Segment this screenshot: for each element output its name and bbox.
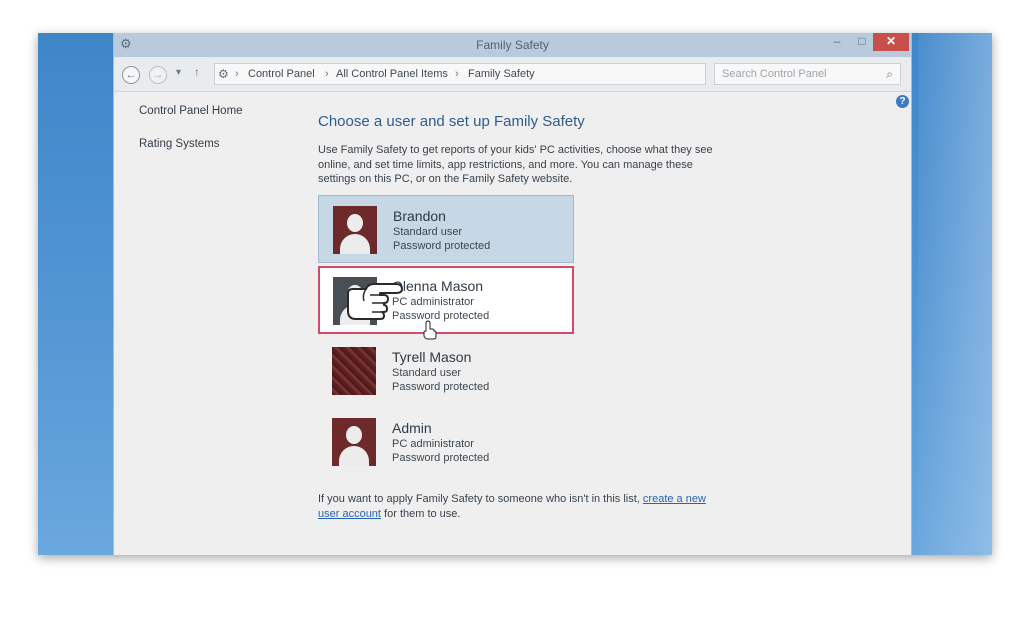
footer-suffix: for them to use. — [384, 507, 461, 520]
family-safety-window: ⚙ Family Safety – □ ✕ ← → ▾ ↑ ⚙ › Contro… — [113, 33, 912, 555]
footer-text: If you want to apply Family Safety to so… — [318, 492, 718, 521]
breadcrumb-separator: › — [325, 68, 329, 80]
user-tile-brandon[interactable]: Brandon Standard user Password protected — [318, 195, 574, 263]
search-placeholder: Search Control Panel — [722, 68, 827, 80]
breadcrumb-separator: › — [235, 68, 239, 80]
user-role: Standard user — [392, 367, 462, 379]
user-role: Standard user — [393, 226, 463, 238]
pointing-hand-icon — [347, 283, 403, 320]
minimize-button[interactable]: – — [826, 33, 848, 51]
search-box[interactable]: Search Control Panel ⌕ — [714, 63, 901, 85]
close-button[interactable]: ✕ — [873, 33, 909, 51]
window-title: Family Safety — [476, 38, 549, 52]
user-avatar-icon — [332, 418, 376, 466]
address-bar[interactable]: ⚙ › Control Panel › All Control Panel It… — [214, 63, 798, 85]
user-name: Admin — [392, 420, 432, 436]
control-panel-home-link[interactable]: Control Panel Home — [139, 105, 243, 117]
user-name: Olenna Mason — [392, 278, 484, 294]
back-arrow-icon[interactable]: ← — [122, 66, 140, 84]
forward-arrow-icon[interactable]: → — [149, 66, 167, 84]
user-name: Tyrell Mason — [392, 349, 472, 365]
user-tile-admin[interactable]: Admin PC administrator Password protecte… — [318, 408, 574, 476]
recent-locations-dropdown-icon[interactable]: ▾ — [176, 67, 181, 78]
up-arrow-icon[interactable]: ↑ — [194, 65, 200, 79]
help-icon[interactable]: ? — [896, 95, 909, 108]
user-avatar-icon — [333, 206, 377, 254]
breadcrumb-separator: › — [455, 68, 459, 80]
page-description: Use Family Safety to get reports of your… — [318, 144, 713, 185]
breadcrumb-control-panel[interactable]: Control Panel — [248, 64, 315, 84]
user-role: PC administrator — [392, 438, 474, 450]
user-protection: Password protected — [392, 452, 490, 464]
user-name: Brandon — [393, 208, 446, 224]
hand-cursor-icon — [423, 320, 437, 340]
rating-systems-link[interactable]: Rating Systems — [139, 138, 220, 150]
user-tile-tyrell-mason[interactable]: Tyrell Mason Standard user Password prot… — [318, 337, 574, 405]
maximize-button[interactable]: □ — [851, 33, 873, 51]
page-heading: Choose a user and set up Family Safety — [318, 113, 585, 130]
navigation-bar: ← → ▾ ↑ ⚙ › Control Panel › All Control … — [114, 57, 911, 92]
user-protection: Password protected — [393, 240, 491, 252]
breadcrumb-all-items[interactable]: All Control Panel Items — [336, 64, 448, 84]
footer-prefix: If you want to apply Family Safety to so… — [318, 493, 640, 505]
screen-frame: ⚙ Family Safety – □ ✕ ← → ▾ ↑ ⚙ › Contro… — [38, 33, 992, 555]
search-icon[interactable]: ⌕ — [886, 64, 893, 84]
desktop-background — [918, 33, 992, 555]
breadcrumb-family-safety[interactable]: Family Safety — [468, 64, 535, 84]
control-panel-icon: ⚙ — [218, 67, 229, 81]
user-photo-avatar — [332, 347, 376, 395]
user-protection: Password protected — [392, 381, 490, 393]
title-bar[interactable]: ⚙ Family Safety – □ ✕ — [114, 33, 911, 57]
user-protection: Password protected — [392, 310, 490, 322]
user-role: PC administrator — [392, 296, 474, 308]
